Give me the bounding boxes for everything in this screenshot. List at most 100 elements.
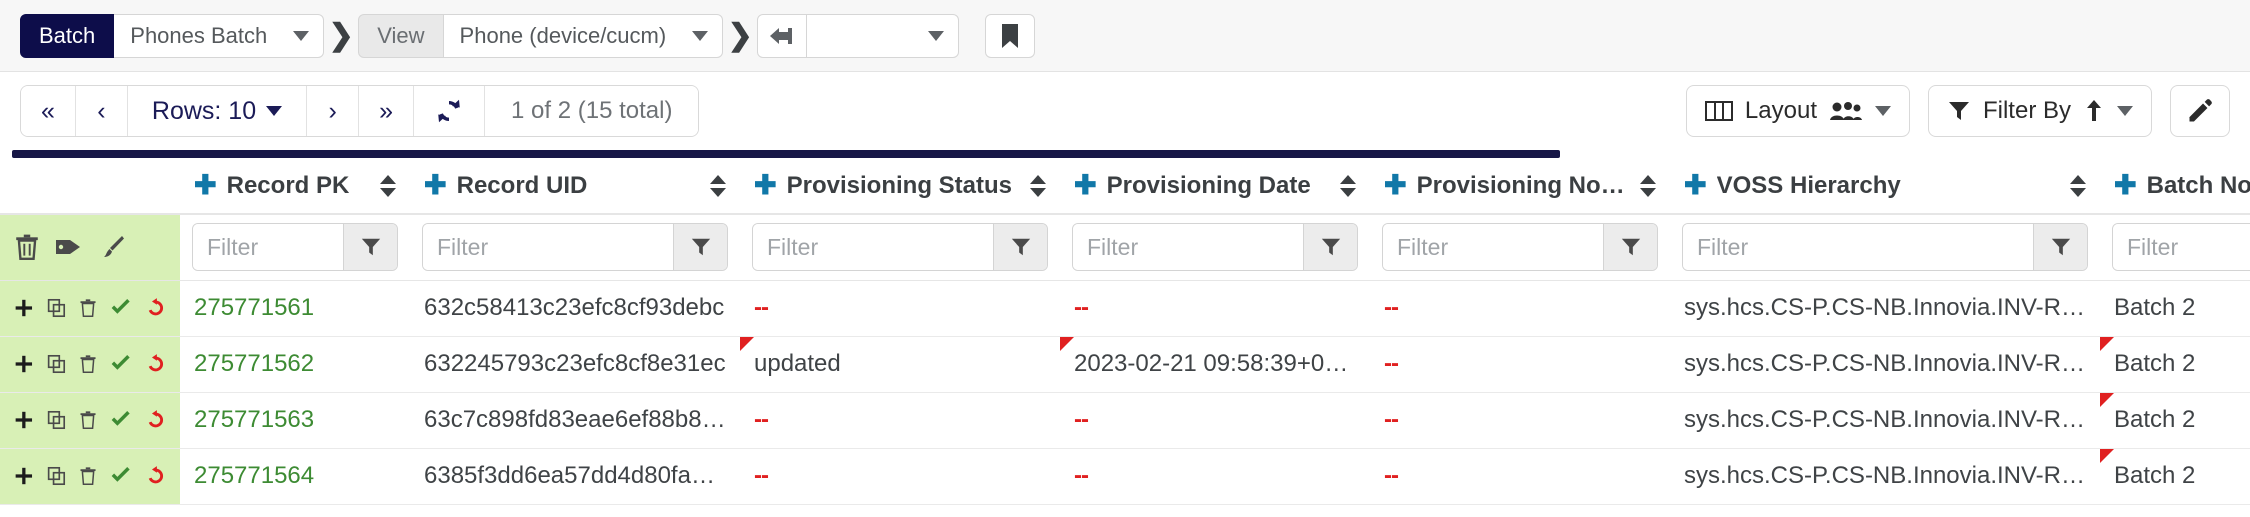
filter-input-record-uid[interactable]: Filter [423,224,673,271]
add-column-icon[interactable]: ✚ [1074,172,1097,199]
filter-button-voss-hierarchy[interactable] [2033,224,2087,271]
check-icon[interactable] [110,464,131,488]
header-record-pk[interactable]: ✚ Record PK [180,158,410,215]
trash-icon[interactable] [14,233,40,261]
record-pk-link[interactable]: 275771562 [194,350,314,377]
filter-input-batch-notes[interactable]: Filter [2113,224,2250,271]
filter-button-provisioning-notes[interactable] [1603,224,1657,271]
header-batch-notes[interactable]: ✚ Batch Notes [2100,158,2250,215]
brush-icon[interactable] [98,233,126,261]
plus-icon[interactable] [14,296,34,320]
record-pk-link[interactable]: 275771563 [194,406,314,433]
sort-icon[interactable] [2070,174,2086,197]
sort-asc-icon [2087,100,2101,121]
header-record-uid[interactable]: ✚ Record UID [410,158,740,215]
add-column-icon[interactable]: ✚ [1384,172,1407,199]
top-toolbar: Batch Phones Batch ❯ View Phone (device/… [0,0,2250,72]
copy-icon[interactable] [47,296,67,320]
record-uid-value: 632c58413c23efc8cf93debc [424,294,725,321]
record-pk-link[interactable]: 275771564 [194,462,314,489]
sort-icon[interactable] [1640,174,1656,197]
next-page-button[interactable]: › [307,86,360,136]
undo-icon[interactable] [145,351,166,377]
header-provisioning-notes[interactable]: ✚ Provisioning Notes [1370,158,1670,215]
filter-button-provisioning-date[interactable] [1303,224,1357,271]
record-pk-link[interactable]: 275771561 [194,294,314,321]
trash-icon[interactable] [79,464,97,488]
add-column-icon[interactable]: ✚ [1684,172,1707,199]
batch-select[interactable]: Phones Batch [114,13,325,58]
people-icon [1829,102,1862,120]
sort-icon[interactable] [380,174,396,197]
header-provisioning-date[interactable]: ✚ Provisioning Date [1060,158,1370,215]
sort-icon[interactable] [710,174,726,197]
layout-button[interactable]: Layout [1685,85,1910,137]
undo-icon[interactable] [145,463,166,489]
bookmark-button[interactable] [985,13,1036,58]
add-column-icon[interactable]: ✚ [194,172,217,199]
pagination-bar: « ‹ Rows: 10 › » 1 of 2 (15 total) Layou… [0,72,2250,150]
add-column-icon[interactable]: ✚ [424,172,447,199]
filter-input-provisioning-date[interactable]: Filter [1073,224,1303,271]
add-column-icon[interactable]: ✚ [754,172,777,199]
trash-icon[interactable] [79,352,97,376]
header-provisioning-status[interactable]: ✚ Provisioning Status [740,158,1060,215]
filter-by-button[interactable]: Filter By [1927,85,2152,137]
refresh-button[interactable] [414,86,486,136]
voss-hierarchy-value: sys.hcs.CS-P.CS-NB.Innovia.INV-Reading [1684,406,2086,433]
undo-icon[interactable] [145,407,166,433]
cell-record-pk[interactable]: 275771564 [180,448,410,505]
sort-icon[interactable] [1340,174,1356,197]
trash-icon[interactable] [79,296,97,320]
cell-voss-hierarchy: sys.hcs.CS-P.CS-NB.Innovia.INV-Reading [1670,392,2100,449]
cell-provisioning-date: -- [1060,448,1370,505]
chevron-down-icon [1874,106,1891,116]
plus-icon[interactable] [14,464,34,488]
provisioning-status-value: -- [754,406,769,433]
check-icon[interactable] [110,296,131,320]
add-column-icon[interactable]: ✚ [2114,172,2137,199]
cell-record-pk[interactable]: 275771561 [180,280,410,337]
modified-marker-icon [1060,336,1074,351]
tag-icon[interactable] [54,234,84,260]
row-actions-cell [0,280,180,337]
rows-per-page-label: Rows: 10 [151,96,257,125]
cell-provisioning-status: -- [740,448,1060,505]
back-arrow-button[interactable] [757,13,808,58]
filter-input-provisioning-status[interactable]: Filter [753,224,993,271]
blank-select[interactable] [807,13,960,58]
check-icon[interactable] [110,408,131,432]
cell-record-pk[interactable]: 275771563 [180,392,410,449]
layout-label: Layout [1744,97,1817,124]
sort-icon[interactable] [1030,174,1046,197]
cell-provisioning-date: -- [1060,392,1370,449]
view-select[interactable]: Phone (device/cucm) [443,13,724,58]
last-page-button[interactable]: » [359,86,415,136]
filter-input-provisioning-notes[interactable]: Filter [1383,224,1603,271]
filter-button-record-pk[interactable] [343,224,397,271]
copy-icon[interactable] [47,352,67,376]
trash-icon[interactable] [79,408,97,432]
header-label: Batch Notes [2146,171,2250,199]
plus-icon[interactable] [14,408,34,432]
pagination-group: « ‹ Rows: 10 › » 1 of 2 (15 total) [20,85,700,137]
copy-icon[interactable] [47,464,67,488]
undo-icon[interactable] [145,295,166,321]
provisioning-status-value: -- [754,294,769,321]
header-voss-hierarchy[interactable]: ✚ VOSS Hierarchy [1670,158,2100,215]
filter-button-provisioning-status[interactable] [993,224,1047,271]
copy-icon[interactable] [47,408,67,432]
first-page-button[interactable]: « [21,86,76,136]
edit-button[interactable] [2170,85,2230,137]
provisioning-status-value: updated [754,350,841,377]
row-actions-cell [0,336,180,393]
rows-per-page-select[interactable]: Rows: 10 [127,86,308,136]
filter-input-record-pk[interactable]: Filter [193,224,343,271]
prev-page-button[interactable]: ‹ [75,86,128,136]
filter-by-label: Filter By [1982,97,2071,124]
check-icon[interactable] [110,352,131,376]
filter-button-record-uid[interactable] [673,224,727,271]
plus-icon[interactable] [14,352,34,376]
cell-record-pk[interactable]: 275771562 [180,336,410,393]
filter-input-voss-hierarchy[interactable]: Filter [1683,224,2033,271]
